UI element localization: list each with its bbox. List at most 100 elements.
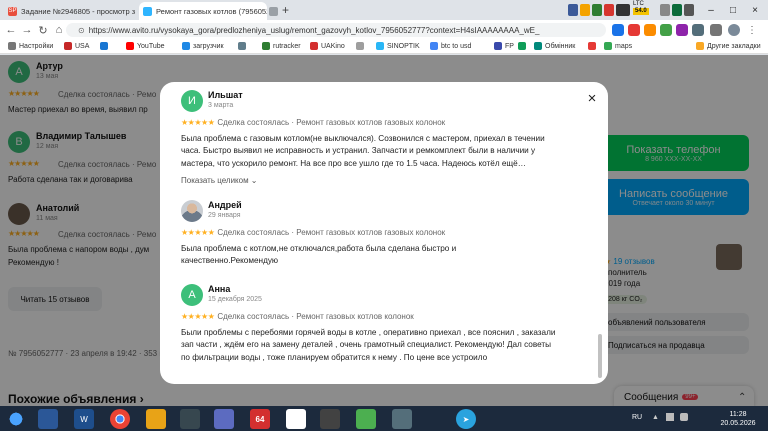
bookmark-item[interactable] — [588, 42, 599, 50]
extension-icon[interactable] — [684, 4, 694, 16]
maximize-icon[interactable]: □ — [722, 0, 744, 20]
extension-icon[interactable] — [628, 24, 640, 36]
home-icon[interactable]: ⌂ — [52, 23, 66, 37]
bookmark-rutracker[interactable]: rutracker — [262, 42, 301, 50]
bookmark-label: YouTube — [137, 42, 165, 50]
chrome-icon[interactable] — [110, 409, 130, 429]
file-explorer-icon[interactable] — [38, 409, 58, 429]
folder-green-icon[interactable] — [356, 409, 376, 429]
bookmark-exchanger[interactable]: Обмінник — [534, 42, 575, 50]
close-window-icon[interactable]: × — [744, 0, 766, 20]
extension-icon[interactable] — [592, 4, 602, 16]
bookmark-sinoptik[interactable]: SINOPTIK — [376, 42, 420, 50]
bookmark-item[interactable] — [518, 42, 529, 50]
bookmark-btc[interactable]: btc to usd — [430, 42, 471, 50]
bookmarks-bar: Настройки USA YouTube загрузчик rutracke… — [0, 40, 768, 54]
bookmark-label: FP — [505, 42, 514, 50]
folder-icon[interactable] — [146, 409, 166, 429]
extension-icon[interactable] — [660, 24, 672, 36]
modal-scrollbar[interactable] — [598, 90, 602, 378]
bookmark-label: SINOPTIK — [387, 42, 420, 50]
review-line: качественно.Рекомендую — [181, 256, 279, 266]
extension-icon[interactable] — [616, 4, 630, 16]
extension-icon[interactable] — [580, 4, 590, 16]
bookmark-label: загрузчик — [193, 42, 224, 50]
ltc-value: 54.0 — [633, 8, 649, 15]
new-tab-button[interactable]: + — [282, 3, 289, 17]
bookmark-item[interactable] — [356, 42, 367, 50]
bookmark-uakino[interactable]: UAKino — [310, 42, 345, 50]
extension-icon[interactable] — [660, 4, 670, 16]
show-more-button[interactable]: Показать целиком ⌄ — [181, 176, 258, 185]
browser-tab[interactable]: SP Задание №2946805 - просмотр з × — [4, 2, 137, 20]
review-line: зап части , ждём его на замену деталей ,… — [181, 340, 552, 350]
bookmark-settings[interactable]: Настройки — [8, 42, 53, 50]
forward-icon[interactable]: → — [20, 23, 34, 37]
tab-favicon-icon — [269, 6, 278, 16]
telegram-icon[interactable]: ➤ — [456, 409, 476, 429]
extension-icon[interactable] — [672, 4, 682, 16]
bookmark-icon — [238, 42, 246, 50]
browser-tab-active[interactable]: Ремонт газовых котлов (79560527 × — [139, 2, 267, 20]
bookmark-maps[interactable]: maps — [604, 42, 632, 50]
review-text: Была проблема с газовым котлом(не выключ… — [181, 133, 581, 170]
avatar: И — [181, 90, 203, 112]
review-line: Были проблемы с перебоями горячей воды в… — [181, 328, 556, 337]
reviewer-name: Анна — [208, 284, 231, 294]
bookmark-item[interactable] — [100, 42, 111, 50]
site-info-icon[interactable]: ⊙ — [78, 26, 85, 35]
avatar — [181, 200, 203, 222]
bookmark-downloader[interactable]: загрузчик — [182, 42, 224, 50]
bookmark-fp[interactable]: FP — [494, 42, 514, 50]
extension-icon[interactable] — [612, 24, 624, 36]
clock-date: 20.05.2026 — [720, 420, 756, 427]
url-field[interactable]: ⊙ https://www.avito.ru/vysokaya_gora/pre… — [66, 23, 606, 37]
extension-icon[interactable] — [568, 4, 578, 16]
network-icon[interactable] — [666, 413, 674, 421]
bookmark-youtube[interactable]: YouTube — [126, 42, 165, 50]
review-text: Была проблема с котлом,не отключался,раб… — [181, 243, 581, 268]
browser-tab[interactable] — [269, 2, 281, 20]
reviewer-name: Андрей — [208, 200, 242, 210]
profile-avatar[interactable] — [728, 24, 740, 36]
reload-icon[interactable]: ↻ — [36, 23, 50, 37]
back-icon[interactable]: ← — [4, 23, 18, 37]
avito-favicon-icon — [143, 6, 152, 16]
review-line: мастера, что ускорило ремонт. На все про… — [181, 158, 526, 168]
bookmark-item[interactable] — [238, 42, 249, 50]
gamepad-icon[interactable] — [320, 409, 340, 429]
review-info-row: ★★★★★ Сделка состоялась · Ремонт газовых… — [181, 312, 414, 321]
extensions-puzzle-icon[interactable] — [710, 24, 722, 36]
shield-icon[interactable]: W — [74, 409, 94, 429]
language-indicator[interactable]: RU — [632, 414, 642, 421]
clock[interactable]: 11:28 20.05.2026 — [714, 410, 762, 428]
extension-icon[interactable] — [692, 24, 704, 36]
bookmark-icon — [534, 42, 542, 50]
volume-icon[interactable] — [680, 413, 688, 421]
bookmark-icon — [262, 42, 270, 50]
clock-time: 11:28 — [729, 411, 747, 418]
scrollbar-thumb[interactable] — [598, 334, 602, 378]
media-icon[interactable] — [180, 409, 200, 429]
minimize-icon[interactable]: – — [700, 0, 722, 20]
paint-icon[interactable] — [214, 409, 234, 429]
tray-arrow-icon[interactable]: ▲ — [652, 414, 659, 421]
review-date: 15 декабря 2025 — [208, 296, 262, 303]
bookmark-usa[interactable]: USA — [64, 42, 89, 50]
start-icon[interactable] — [4, 409, 28, 429]
ltc-label: LTC — [633, 1, 644, 7]
extension-icon[interactable] — [604, 4, 614, 16]
review-text: Были проблемы с перебоями горячей воды в… — [181, 327, 581, 364]
extension-icon[interactable] — [644, 24, 656, 36]
list-item: Андрей 29 января ★★★★★ Сделка состоялась… — [181, 200, 591, 270]
aida64-icon[interactable]: 64 — [250, 409, 270, 429]
url-text: https://www.avito.ru/vysokaya_gora/predl… — [88, 25, 540, 35]
menu-kebab-icon[interactable]: ⋮ — [746, 24, 758, 36]
folder-icon — [696, 42, 704, 50]
extension-icon[interactable] — [676, 24, 688, 36]
other-bookmarks[interactable]: Другие закладки — [696, 42, 761, 50]
computer-icon[interactable] — [392, 409, 412, 429]
chart-icon[interactable] — [286, 409, 306, 429]
review-line: Была проблема с котлом,не отключался,раб… — [181, 244, 457, 253]
bookmark-label: Настройки — [19, 42, 54, 50]
